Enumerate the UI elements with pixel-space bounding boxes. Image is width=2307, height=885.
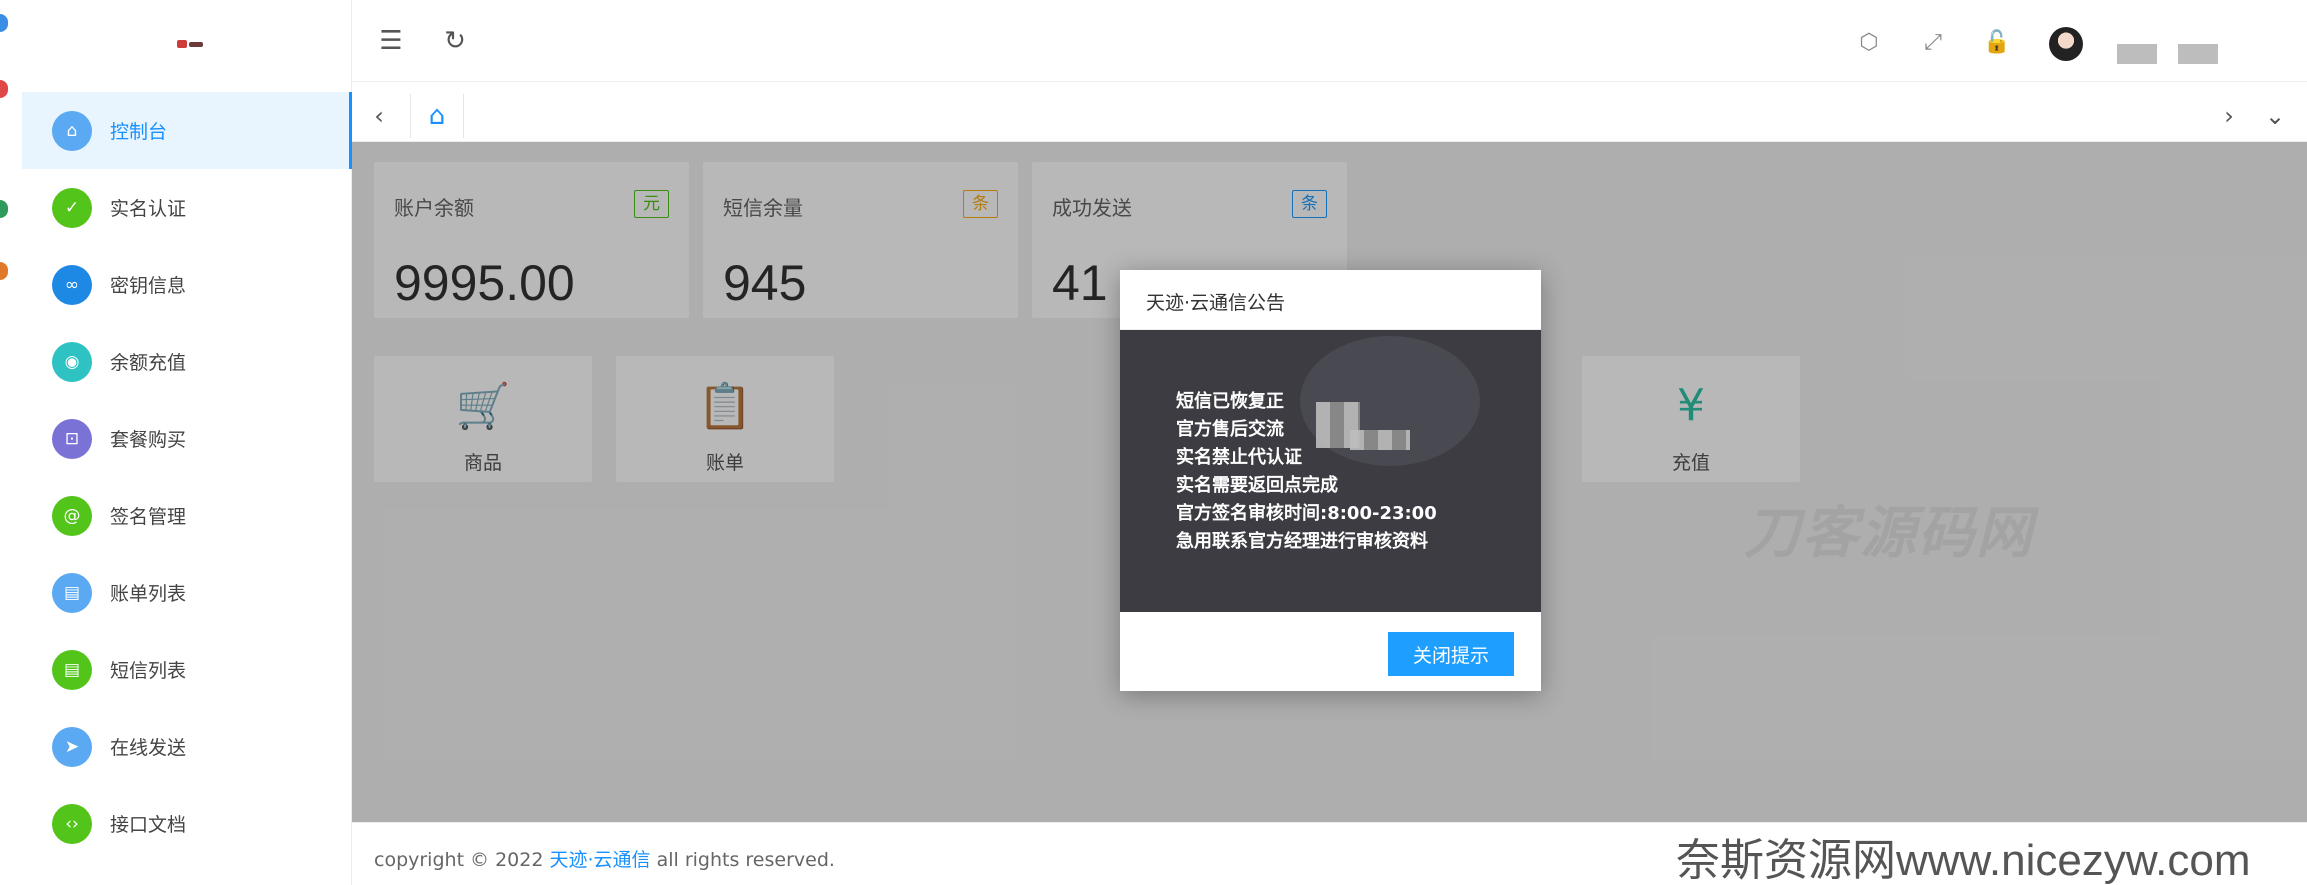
sidebar-item-4[interactable]: ◉ 余额充值 [22, 323, 352, 400]
sidebar-item-3[interactable]: ∞ 密钥信息 [22, 246, 352, 323]
redacted-block [1350, 430, 1410, 450]
copyright-text: copyright © 2022 天迹·云通信 all rights reser… [374, 845, 835, 872]
sidebar-item-label: 套餐购买 [110, 429, 187, 451]
modal-footer: 关闭提示 [1120, 612, 1541, 691]
sidebar-item-1[interactable]: ⌂ 控制台 [22, 92, 352, 169]
sidebar-item-8[interactable]: ▤ 短信列表 [22, 631, 352, 708]
close-notice-button[interactable]: 关闭提示 [1388, 632, 1514, 676]
tab-prev-icon[interactable]: ‹ [364, 98, 394, 134]
sidebar-nav: ⌂ 控制台 ✓ 实名认证 ∞ 密钥信息 ◉ 余额充值 ⊡ 套餐购买 @ 签名管理 ▤ 账单列表 ▤ 短信列表 ➤… [22, 92, 352, 862]
username-redacted [2117, 44, 2157, 64]
fullscreen-icon[interactable]: ⤢ [1919, 28, 1947, 56]
notice-line: 官方签名审核时间:8:00-23:00 [1176, 503, 1437, 524]
sidebar-item-6[interactable]: @ 签名管理 [22, 477, 352, 554]
menu-fold-icon[interactable]: ☰ [376, 26, 406, 56]
username-redacted [2178, 44, 2218, 64]
coin-icon: ◉ [52, 341, 92, 382]
modal-title: 天迹·云通信公告 [1146, 292, 1286, 314]
top-bar: ☰ ↻ ⬡ ⤢ 🔓 [352, 0, 2307, 82]
sidebar-item-7[interactable]: ▤ 账单列表 [22, 554, 352, 631]
edge-dot [0, 262, 8, 280]
logo [177, 38, 203, 50]
link-icon: ∞ [52, 264, 92, 305]
sidebar: ⌂ 控制台 ✓ 实名认证 ∞ 密钥信息 ◉ 余额充值 ⊡ 套餐购买 @ 签名管理 ▤ 账单列表 ▤ 短信列表 ➤… [22, 0, 352, 885]
notice-line: 短信已恢复正 [1176, 391, 1284, 412]
edge-dot [0, 200, 8, 218]
announcement-modal: 天迹·云通信公告 短信已恢复正 官方售后交流 实名禁止代认证 实名需要返回点完成 官方签… [1120, 270, 1541, 691]
message-icon: ▤ [52, 649, 92, 690]
sidebar-item-label: 控制台 [110, 121, 168, 143]
sidebar-item-2[interactable]: ✓ 实名认证 [22, 169, 352, 246]
left-edge-strip [0, 0, 22, 885]
sidebar-item-9[interactable]: ➤ 在线发送 [22, 708, 352, 785]
notice-line: 实名需要返回点完成 [1176, 475, 1338, 496]
modal-header: 天迹·云通信公告 [1120, 270, 1541, 330]
tab-next-icon[interactable]: › [2214, 98, 2244, 134]
edge-dot [0, 14, 8, 32]
sidebar-item-label: 在线发送 [110, 737, 187, 759]
sidebar-item-label: 账单列表 [110, 583, 187, 605]
notice-content: 短信已恢复正 官方售后交流 实名禁止代认证 实名需要返回点完成 官方签名审核时间:8:0… [1176, 388, 1437, 556]
tag-icon[interactable]: ⬡ [1855, 28, 1883, 56]
sidebar-item-label: 实名认证 [110, 198, 187, 220]
watermark-center: 刀客源码网 [1744, 501, 2034, 566]
lock-icon[interactable]: 🔓 [1983, 28, 2011, 56]
watermark-bottom: 奈斯资源网www.nicezyw.com [1676, 836, 2251, 885]
chevron-down-icon[interactable]: ⌄ [2260, 98, 2290, 134]
code-icon: ‹› [52, 803, 92, 844]
cart-icon: ⊡ [52, 418, 92, 459]
home-icon: ⌂ [52, 110, 92, 151]
sidebar-item-10[interactable]: ‹› 接口文档 [22, 785, 352, 862]
sidebar-item-label: 余额充值 [110, 352, 187, 374]
sidebar-item-label: 短信列表 [110, 660, 187, 682]
tabs-bar: ‹ ⌂ › ⌄ [352, 90, 2307, 142]
sidebar-item-label: 接口文档 [110, 814, 187, 836]
copyright-prefix: copyright © 2022 [374, 849, 550, 871]
at-icon: @ [52, 495, 92, 536]
modal-body: 短信已恢复正 官方售后交流 实名禁止代认证 实名需要返回点完成 官方签名审核时间:8:0… [1120, 330, 1541, 612]
send-icon: ➤ [52, 726, 92, 767]
sidebar-item-5[interactable]: ⊡ 套餐购买 [22, 400, 352, 477]
notice-line: 急用联系官方经理进行审核资料 [1176, 531, 1428, 552]
avatar[interactable] [2049, 27, 2083, 61]
tab-home[interactable]: ⌂ [410, 94, 464, 138]
home-icon: ⌂ [428, 101, 446, 131]
copyright-suffix: all rights reserved. [650, 849, 835, 871]
sidebar-item-label: 签名管理 [110, 506, 187, 528]
shield-check-icon: ✓ [52, 187, 92, 228]
document-icon: ▤ [52, 572, 92, 613]
copyright-brand-link[interactable]: 天迹·云通信 [550, 849, 651, 871]
edge-dot [0, 80, 8, 98]
refresh-icon[interactable]: ↻ [440, 26, 470, 56]
sidebar-item-label: 密钥信息 [110, 275, 187, 297]
